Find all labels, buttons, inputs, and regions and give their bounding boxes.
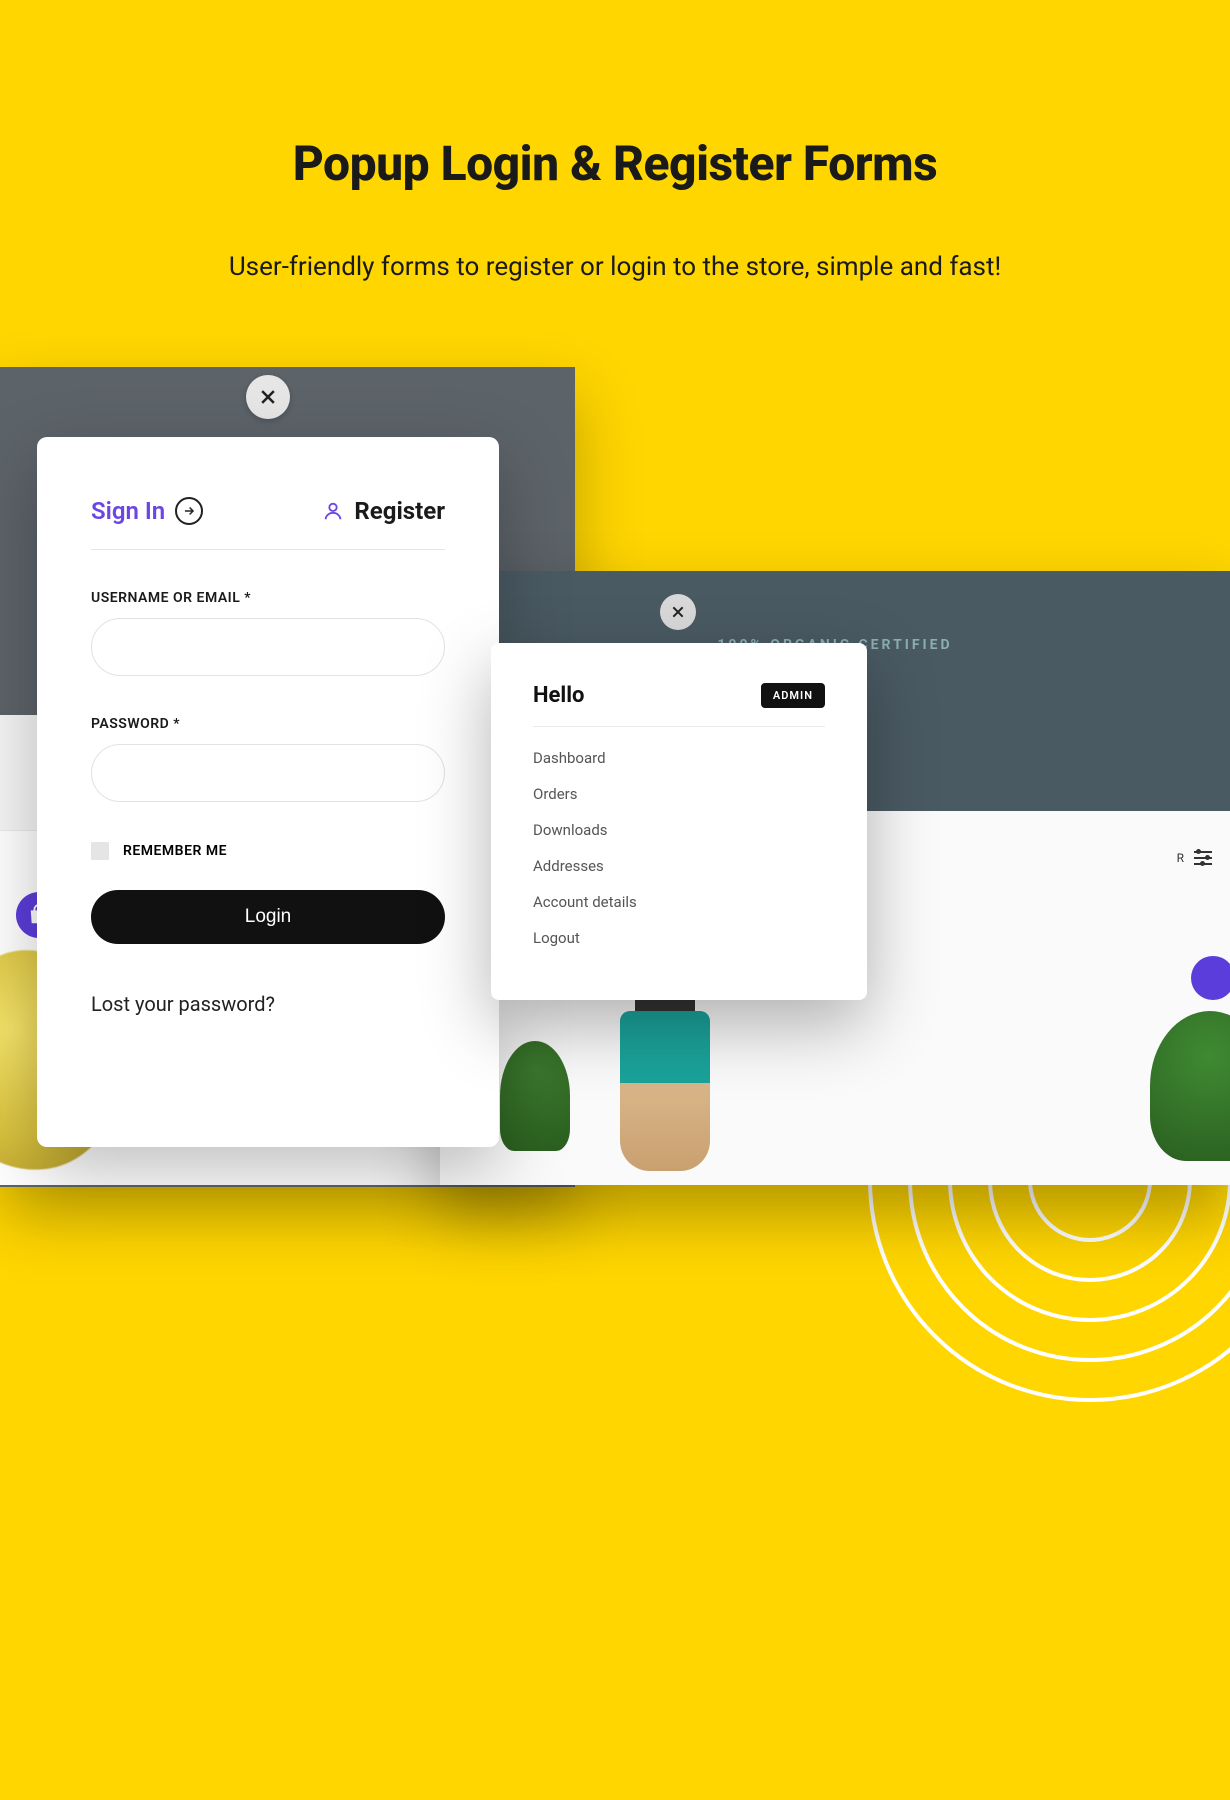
user-icon (322, 500, 344, 522)
product-broccoli-left (500, 1041, 570, 1151)
product-jar (620, 991, 710, 1171)
hero-title: Popup Login & Register Forms (0, 135, 1230, 192)
menu-downloads[interactable]: Downloads (533, 821, 825, 839)
lost-password-link[interactable]: Lost your password? (91, 992, 445, 1016)
menu-logout[interactable]: Logout (533, 929, 825, 947)
remember-label: REMEMBER ME (123, 843, 227, 859)
menu-addresses[interactable]: Addresses (533, 857, 825, 875)
checkbox-icon (91, 842, 109, 860)
account-popup: Hello ADMIN Dashboard Orders Downloads A… (491, 643, 867, 1000)
hero-section: Popup Login & Register Forms User-friend… (0, 0, 1230, 282)
tab-signin-label: Sign In (91, 497, 165, 525)
auth-tabs: Sign In Register (91, 497, 445, 550)
remember-me[interactable]: REMEMBER ME (91, 842, 445, 860)
tab-register-label: Register (354, 497, 445, 525)
login-popup: Sign In Register USERNAME OR EMAIL * PAS… (37, 437, 499, 1147)
menu-account-details[interactable]: Account details (533, 893, 825, 911)
account-menu: Dashboard Orders Downloads Addresses Acc… (533, 749, 825, 947)
password-input[interactable] (91, 744, 445, 802)
sliders-icon (1194, 851, 1212, 865)
fab-right[interactable] (1191, 956, 1230, 1000)
close-button-right[interactable] (660, 594, 696, 630)
password-label: PASSWORD * (91, 716, 445, 732)
menu-orders[interactable]: Orders (533, 785, 825, 803)
tab-signin[interactable]: Sign In (91, 497, 203, 525)
close-icon (670, 604, 686, 620)
admin-badge: ADMIN (761, 683, 825, 708)
account-greeting: Hello (533, 683, 584, 708)
tab-register[interactable]: Register (322, 497, 445, 525)
login-button[interactable]: Login (91, 890, 445, 944)
account-header: Hello ADMIN (533, 683, 825, 727)
username-label: USERNAME OR EMAIL * (91, 590, 445, 606)
close-button-left[interactable] (246, 375, 290, 419)
username-input[interactable] (91, 618, 445, 676)
hero-subtitle: User-friendly forms to register or login… (0, 252, 1230, 282)
arrow-right-circle-icon (175, 497, 203, 525)
close-icon (258, 387, 278, 407)
menu-dashboard[interactable]: Dashboard (533, 749, 825, 767)
filter-label: R (1177, 851, 1186, 865)
filter-control[interactable]: R (1177, 851, 1212, 865)
